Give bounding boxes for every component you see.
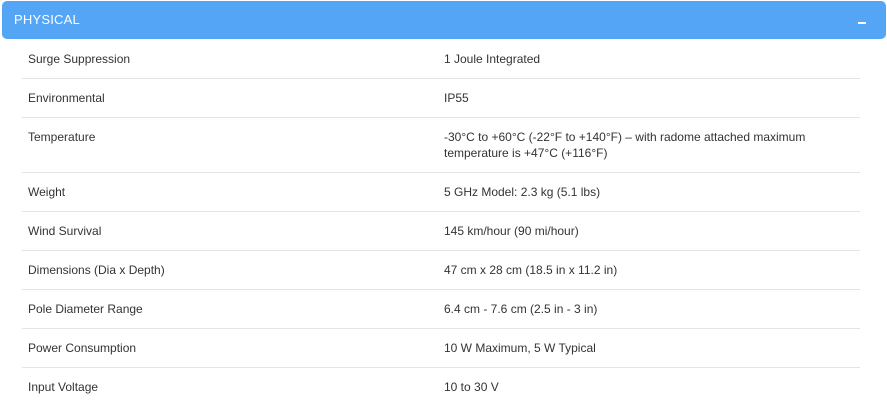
spec-row-pole-diameter-range: Pole Diameter Range 6.4 cm - 7.6 cm (2.5… — [22, 290, 860, 329]
spec-value: 145 km/hour (90 mi/hour) — [444, 224, 579, 238]
panel-header-physical[interactable]: PHYSICAL — [2, 1, 886, 39]
spec-label: Weight — [28, 185, 66, 199]
spec-row-wind-survival: Wind Survival 145 km/hour (90 mi/hour) — [22, 212, 860, 251]
spec-value: IP55 — [444, 91, 469, 105]
spec-value: 47 cm x 28 cm (18.5 in x 11.2 in) — [444, 263, 618, 277]
spec-value: 5 GHz Model: 2.3 kg (5.1 lbs) — [444, 185, 601, 199]
spec-value: 6.4 cm - 7.6 cm (2.5 in - 3 in) — [444, 302, 598, 316]
spec-label: Power Consumption — [28, 341, 137, 355]
spec-row-temperature: Temperature -30°C to +60°C (-22°F to +14… — [22, 118, 860, 173]
spec-value: 1 Joule Integrated — [444, 52, 541, 66]
spec-row-surge-suppression: Surge Suppression 1 Joule Integrated — [22, 40, 860, 79]
panel-title: PHYSICAL — [14, 12, 80, 27]
spec-row-input-voltage: Input Voltage 10 to 30 V — [22, 368, 860, 407]
spec-value: 10 W Maximum, 5 W Typical — [444, 341, 596, 355]
spec-row-dimensions: Dimensions (Dia x Depth) 47 cm x 28 cm (… — [22, 251, 860, 290]
physical-specs-panel: PHYSICAL Surge Suppression 1 Joule Integ… — [0, 0, 887, 411]
spec-label: Wind Survival — [28, 224, 102, 238]
spec-label: Temperature — [28, 130, 96, 144]
spec-value: 10 to 30 V — [444, 380, 499, 394]
spec-row-weight: Weight 5 GHz Model: 2.3 kg (5.1 lbs) — [22, 173, 860, 212]
spec-row-environmental: Environmental IP55 — [22, 79, 860, 118]
specs-table: Surge Suppression 1 Joule Integrated Env… — [22, 40, 860, 407]
spec-value: -30°C to +60°C (-22°F to +140°F) – with … — [444, 130, 806, 160]
spec-label: Pole Diameter Range — [28, 302, 143, 316]
spec-label: Environmental — [28, 91, 105, 105]
spec-label: Input Voltage — [28, 380, 99, 394]
spec-row-power-consumption: Power Consumption 10 W Maximum, 5 W Typi… — [22, 329, 860, 368]
minus-icon[interactable] — [858, 22, 866, 24]
spec-label: Surge Suppression — [28, 52, 131, 66]
spec-label: Dimensions (Dia x Depth) — [28, 263, 165, 277]
